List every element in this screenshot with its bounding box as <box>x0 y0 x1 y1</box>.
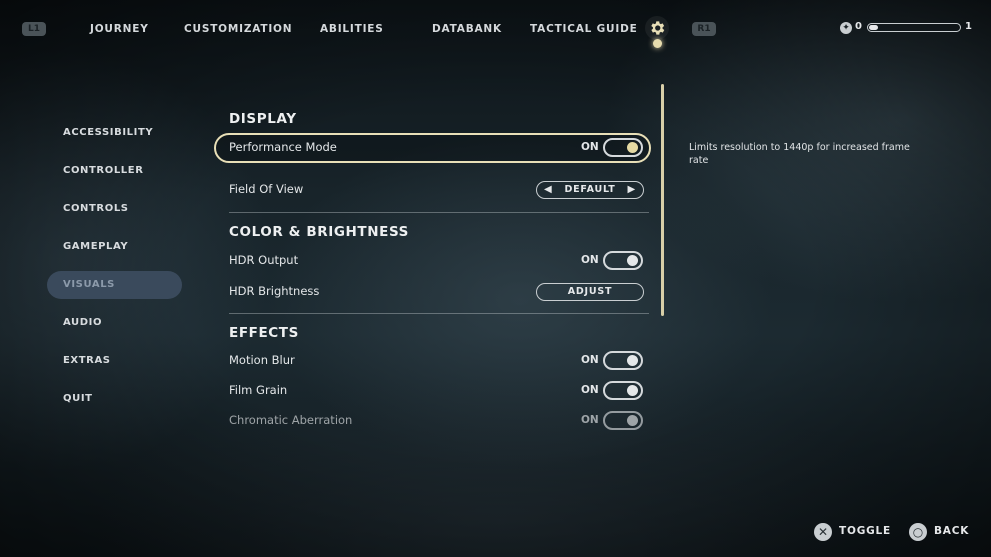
sidebar-item-quit[interactable]: QUIT <box>47 385 182 413</box>
setting-performance-mode[interactable]: Performance Mode ON <box>214 133 651 163</box>
top-navigation: L1 JOURNEY CUSTOMIZATION ABILITIES DATAB… <box>0 0 991 58</box>
toggle-label: TOGGLE <box>839 525 891 537</box>
circle-button-icon: ○ <box>909 523 927 541</box>
toggle-knob <box>627 142 638 153</box>
setting-chromatic-aberration[interactable]: Chromatic Aberration ON <box>214 406 651 436</box>
gear-icon <box>645 16 669 40</box>
section-title-color-brightness: COLOR & BRIGHTNESS <box>229 224 410 240</box>
toggle-knob <box>627 255 638 266</box>
skill-points-meter: ✦ 0 1 <box>838 20 978 36</box>
sidebar-item-controller[interactable]: CONTROLLER <box>47 157 182 185</box>
cross-button-icon: ✕ <box>814 523 832 541</box>
tab-abilities[interactable]: ABILITIES <box>320 22 384 36</box>
back-button-hint[interactable]: ○ BACK <box>904 518 974 546</box>
setting-film-grain[interactable]: Film Grain ON <box>214 376 651 406</box>
setting-value: ON <box>581 254 599 266</box>
sidebar-item-accessibility[interactable]: ACCESSIBILITY <box>47 119 182 147</box>
setting-label: Performance Mode <box>229 140 337 154</box>
next-level-value: 1 <box>965 21 972 32</box>
xp-progress-bar <box>867 23 961 32</box>
skill-points-count: 0 <box>855 21 862 32</box>
sidebar-item-gameplay[interactable]: GAMEPLAY <box>47 233 182 261</box>
setting-label: Chromatic Aberration <box>229 413 353 427</box>
setting-label: Film Grain <box>229 383 288 397</box>
tab-databank[interactable]: DATABANK <box>432 22 502 36</box>
settings-panel: DISPLAY Performance Mode ON Field Of Vie… <box>214 105 654 445</box>
setting-value: ON <box>581 141 599 153</box>
setting-value: ON <box>581 414 599 426</box>
film-grain-toggle[interactable] <box>603 381 643 400</box>
setting-label: HDR Output <box>229 253 299 267</box>
tab-journey[interactable]: JOURNEY <box>90 22 149 36</box>
setting-hdr-output[interactable]: HDR Output ON <box>214 246 651 276</box>
active-tab-indicator <box>653 39 662 48</box>
performance-mode-toggle[interactable] <box>603 138 643 157</box>
hdr-brightness-adjust-button[interactable]: ADJUST <box>536 283 644 301</box>
chromatic-aberration-toggle[interactable] <box>603 411 643 430</box>
setting-hdr-brightness[interactable]: HDR Brightness ADJUST <box>214 277 651 307</box>
setting-description: Limits resolution to 1440p for increased… <box>689 142 910 166</box>
arrow-left-icon[interactable]: ◀ <box>544 182 553 197</box>
tab-settings[interactable] <box>642 13 672 48</box>
section-divider <box>229 212 649 213</box>
field-of-view-value: DEFAULT <box>564 184 616 195</box>
field-of-view-selector[interactable]: ◀ DEFAULT ▶ <box>536 181 644 199</box>
setting-value: ON <box>581 384 599 396</box>
setting-label: Field Of View <box>229 182 304 196</box>
back-label: BACK <box>934 525 970 537</box>
skill-point-icon: ✦ <box>840 22 852 34</box>
sidebar-item-extras[interactable]: EXTRAS <box>47 347 182 375</box>
settings-scrollbar[interactable] <box>661 84 664 316</box>
hdr-output-toggle[interactable] <box>603 251 643 270</box>
l1-button-hint[interactable]: L1 <box>22 22 46 36</box>
setting-motion-blur[interactable]: Motion Blur ON <box>214 346 651 376</box>
section-title-display: DISPLAY <box>229 111 297 127</box>
r1-button-hint[interactable]: R1 <box>692 22 716 36</box>
setting-label: HDR Brightness <box>229 284 320 298</box>
motion-blur-toggle[interactable] <box>603 351 643 370</box>
tab-tactical-guide[interactable]: TACTICAL GUIDE <box>530 22 638 36</box>
setting-label: Motion Blur <box>229 353 295 367</box>
arrow-right-icon[interactable]: ▶ <box>628 182 637 197</box>
toggle-button-hint[interactable]: ✕ TOGGLE <box>809 518 899 546</box>
sidebar-item-controls[interactable]: CONTROLS <box>47 195 182 223</box>
xp-progress-fill <box>869 25 879 30</box>
toggle-knob <box>627 355 638 366</box>
tab-customization[interactable]: CUSTOMIZATION <box>184 22 292 36</box>
toggle-knob <box>627 385 638 396</box>
section-title-effects: EFFECTS <box>229 325 299 341</box>
sidebar-item-visuals[interactable]: VISUALS <box>47 271 182 299</box>
toggle-knob <box>627 415 638 426</box>
setting-value: ON <box>581 354 599 366</box>
setting-field-of-view[interactable]: Field Of View ◀ DEFAULT ▶ <box>214 175 651 205</box>
section-divider <box>229 313 649 314</box>
sidebar-item-audio[interactable]: AUDIO <box>47 309 182 337</box>
